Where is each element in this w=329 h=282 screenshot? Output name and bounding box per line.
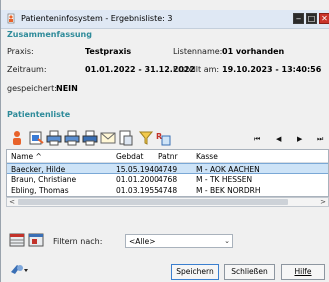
- gespeichert-label: gespeichert:: [7, 84, 57, 93]
- praxis-value: Testpraxis: [85, 47, 132, 56]
- zeitraum-label: Zeitraum:: [7, 65, 47, 74]
- column-header-kasse[interactable]: Kasse: [196, 152, 218, 161]
- minimize-button[interactable]: ‒: [293, 13, 304, 24]
- listname-label: Listenname:: [173, 47, 223, 56]
- tools-menu-icon[interactable]: [9, 262, 29, 276]
- column-header-patnr[interactable]: Patnr: [158, 152, 178, 161]
- erstellt-label: Erstellt am:: [173, 65, 220, 74]
- save-button[interactable]: Speichern: [171, 264, 219, 280]
- people-icon[interactable]: [11, 130, 27, 146]
- print-preview-icon[interactable]: [64, 130, 80, 146]
- cell-kasse: M - AOK AACHEN: [196, 165, 260, 174]
- help-button-label: Hilfe: [294, 267, 312, 276]
- cell-gebdat: 01.01.2000: [116, 175, 159, 184]
- cell-gebdat: 15.05.1940: [116, 165, 159, 174]
- cell-patnr: 4768: [158, 175, 178, 184]
- table-row[interactable]: Ebling, Thomas 01.03.1955 4748 M - BEK N…: [7, 185, 328, 196]
- grid-view-icon[interactable]: [9, 233, 25, 247]
- first-record-icon[interactable]: ⏮: [254, 135, 260, 144]
- cell-kasse: M - BEK NORDRH: [196, 186, 261, 195]
- column-header-name[interactable]: Name ^: [11, 152, 42, 161]
- table-header: Name ^ Gebdat Patnr Kasse: [7, 150, 328, 163]
- cell-gebdat: 01.03.1955: [116, 186, 159, 195]
- cell-name: Baecker, Hilde: [11, 165, 66, 174]
- table-row[interactable]: Baecker, Hilde 15.05.1940 4749 M - AOK A…: [7, 163, 328, 174]
- erstellt-value: 19.10.2023 - 13:40:56: [222, 65, 322, 74]
- grid-settings-icon[interactable]: [28, 233, 44, 247]
- last-record-icon[interactable]: ⏭: [317, 135, 323, 144]
- print-icon[interactable]: [46, 130, 62, 146]
- chevron-down-icon: ⌄: [224, 237, 230, 245]
- scroll-left-button[interactable]: <: [7, 198, 17, 206]
- horizontal-scrollbar[interactable]: < >: [6, 197, 329, 207]
- filter-label: Filtern nach:: [53, 237, 103, 246]
- next-record-icon[interactable]: ▶: [297, 135, 302, 143]
- help-button[interactable]: Hilfe: [281, 264, 325, 280]
- print-list-icon[interactable]: [82, 130, 98, 146]
- document-icon[interactable]: [118, 130, 134, 146]
- close-window-button[interactable]: ✕: [319, 13, 329, 24]
- report-icon[interactable]: R: [155, 130, 171, 146]
- table-row[interactable]: Braun, Christiane 01.01.2000 4768 M - TK…: [7, 174, 328, 185]
- filter-dropdown[interactable]: <Alle> ⌄: [125, 234, 233, 248]
- svg-text:R: R: [156, 132, 162, 141]
- gespeichert-value: NEIN: [56, 84, 78, 93]
- listname-value: 01 vorhanden: [222, 47, 285, 56]
- cell-patnr: 4749: [158, 165, 178, 174]
- patient-list-heading: Patientenliste: [7, 110, 71, 119]
- title-bar: Patienteninfosystem - Ergebnisliste: 3 ‒…: [1, 10, 329, 29]
- praxis-label: Praxis:: [7, 47, 34, 56]
- cell-name: Braun, Christiane: [11, 175, 77, 184]
- scroll-right-button[interactable]: >: [318, 198, 328, 206]
- close-button[interactable]: Schließen: [224, 264, 275, 280]
- summary-heading: Zusammenfassung: [7, 30, 92, 39]
- column-header-gebdat[interactable]: Gebdat: [116, 152, 143, 161]
- cell-patnr: 4748: [158, 186, 178, 195]
- filter-icon[interactable]: [138, 130, 154, 146]
- patient-table[interactable]: Name ^ Gebdat Patnr Kasse Baecker, Hilde…: [6, 149, 329, 197]
- mail-icon[interactable]: [100, 130, 116, 146]
- cell-name: Ebling, Thomas: [11, 186, 69, 195]
- scrollbar-thumb[interactable]: [18, 199, 288, 205]
- previous-record-icon[interactable]: ◀: [276, 135, 281, 143]
- window-title: Patienteninfosystem - Ergebnisliste: 3: [21, 14, 173, 23]
- maximize-button[interactable]: □: [306, 13, 317, 24]
- cell-kasse: M - TK HESSEN: [196, 175, 253, 184]
- filter-dropdown-value: <Alle>: [129, 237, 156, 246]
- app-icon: [7, 13, 15, 24]
- export-icon[interactable]: [28, 130, 44, 146]
